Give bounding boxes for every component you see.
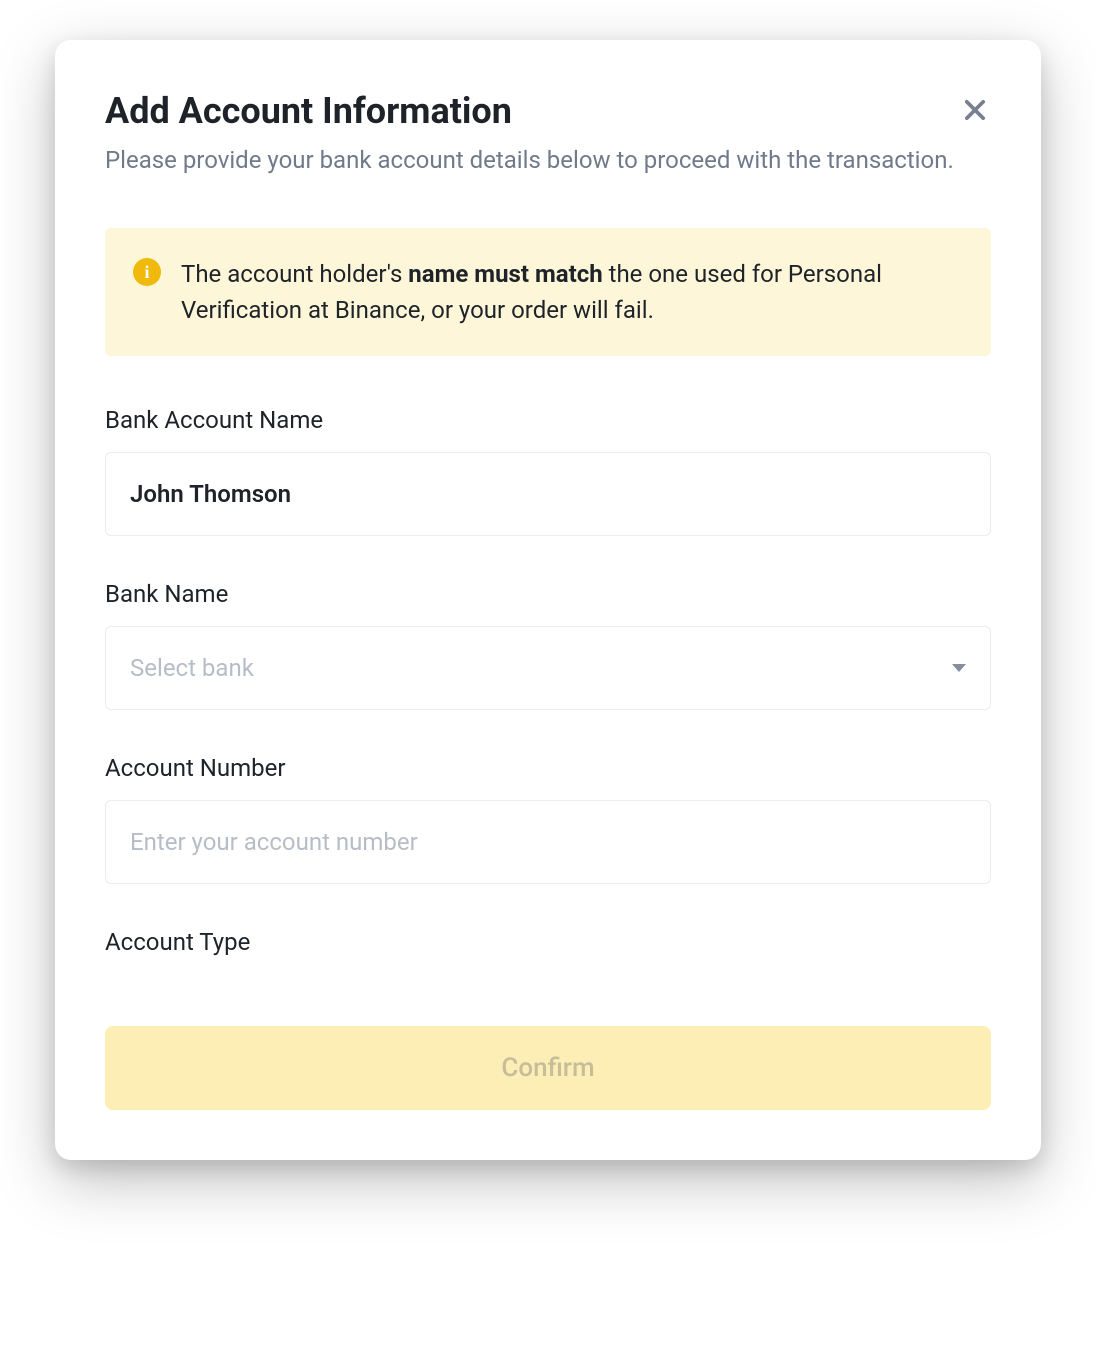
modal-header: Add Account Information <box>105 90 991 132</box>
info-icon: i <box>133 258 161 286</box>
account-number-label: Account Number <box>105 754 991 782</box>
warning-text: The account holder's name must match the… <box>181 256 963 328</box>
account-number-group: Account Number <box>105 754 991 884</box>
bank-name-label: Bank Name <box>105 580 991 608</box>
modal-title: Add Account Information <box>105 90 512 132</box>
warning-banner: i The account holder's name must match t… <box>105 228 991 356</box>
bank-name-group: Bank Name Select bank <box>105 580 991 710</box>
account-number-input[interactable] <box>105 800 991 884</box>
account-type-group: Account Type <box>105 928 991 956</box>
bank-account-name-label: Bank Account Name <box>105 406 991 434</box>
bank-name-placeholder: Select bank <box>130 654 254 682</box>
close-icon[interactable] <box>959 94 991 126</box>
account-type-label: Account Type <box>105 928 991 956</box>
bank-account-name-group: Bank Account Name <box>105 406 991 536</box>
add-account-modal: Add Account Information Please provide y… <box>55 40 1041 1160</box>
confirm-button[interactable]: Confirm <box>105 1026 991 1110</box>
form-scroll-area: i The account holder's name must match t… <box>105 228 991 1006</box>
bank-name-select[interactable]: Select bank <box>105 626 991 710</box>
modal-subtitle: Please provide your bank account details… <box>105 142 991 178</box>
bank-account-name-input[interactable] <box>105 452 991 536</box>
caret-down-icon <box>952 664 966 672</box>
